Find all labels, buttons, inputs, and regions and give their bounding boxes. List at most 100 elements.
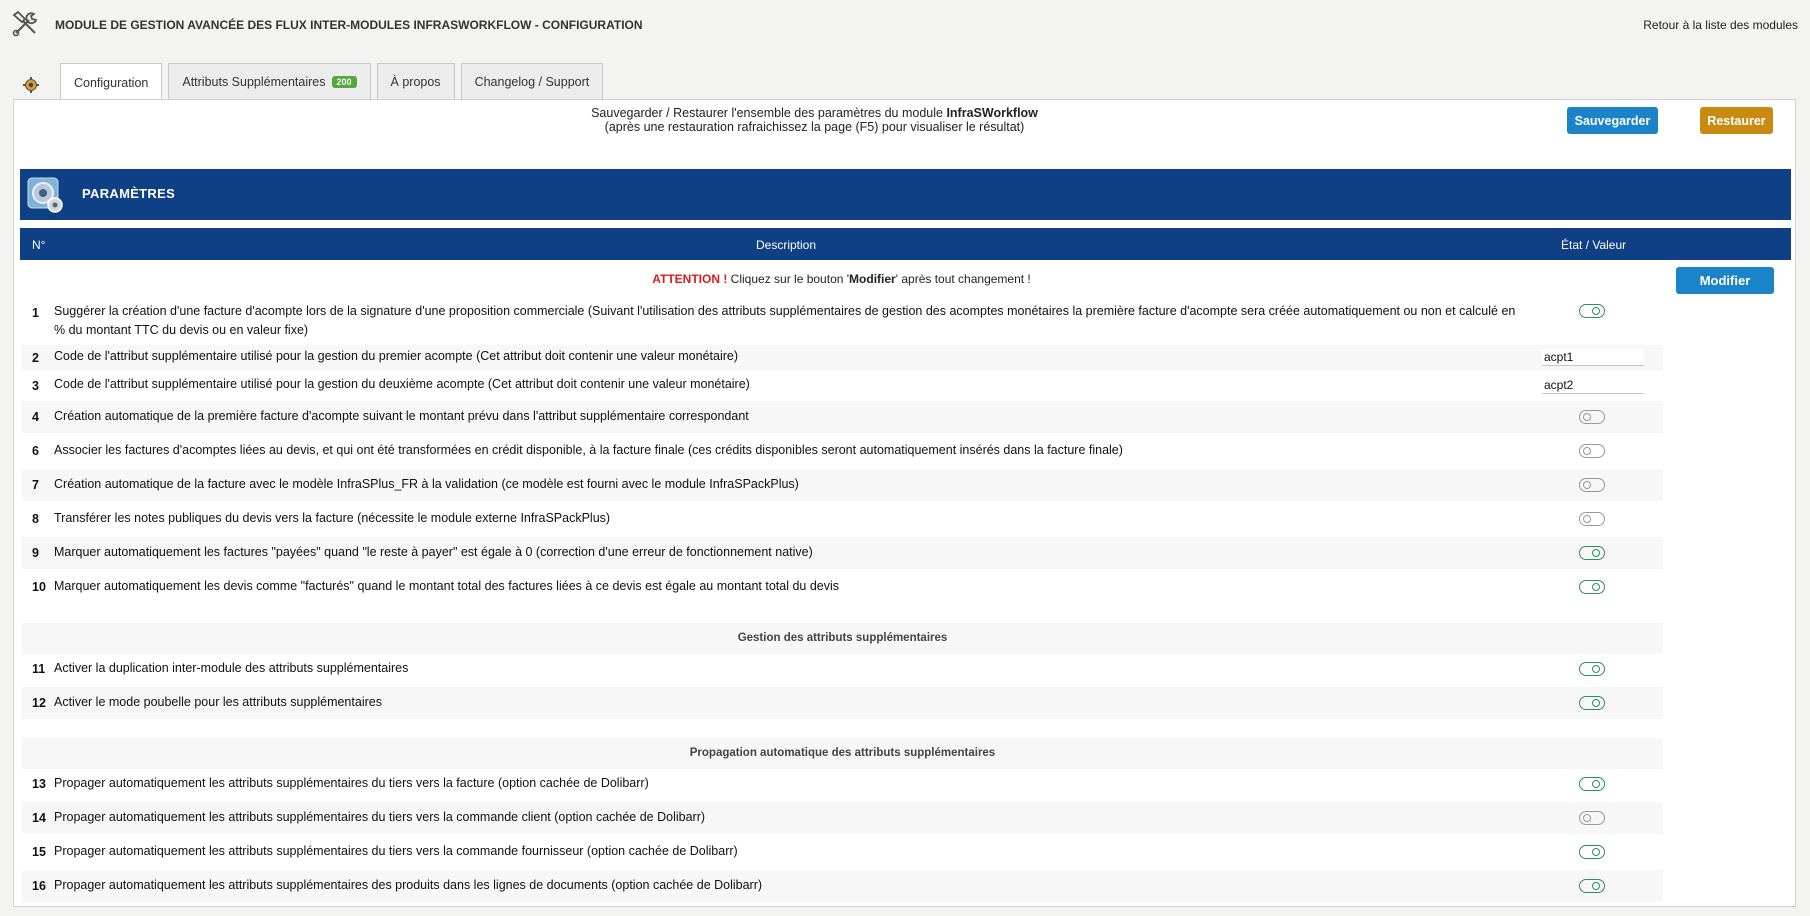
setting-row-11: 11 Activer la duplication inter-module d… [22, 653, 1663, 685]
row-description: Propager automatiquement les attributs s… [54, 878, 763, 892]
row-description: Activer le mode poubelle pour les attrib… [54, 695, 382, 709]
row-number: 12 [32, 696, 46, 710]
toggle-on-icon [1579, 879, 1605, 893]
save-info-note: (après une restauration rafraichissez la… [604, 120, 1025, 134]
setting-row-7: 7 Création automatique de la facture ave… [22, 469, 1663, 501]
tab-extra-attributes[interactable]: Attributs Supplémentaires 200 [168, 63, 371, 100]
toggle-setting-16[interactable] [1579, 879, 1605, 896]
setting-row-1: 1 Suggérer la création d'une facture d'a… [22, 298, 1663, 342]
tab-about[interactable]: À propos [376, 63, 455, 100]
row-number: 6 [32, 444, 39, 458]
second-deposit-code-input[interactable] [1542, 377, 1644, 394]
tools-icon [12, 10, 38, 37]
setting-row-12: 12 Activer le mode poubelle pour les att… [22, 687, 1663, 719]
table-header: N° Description État / Valeur [20, 228, 1791, 260]
toggle-setting-9[interactable] [1579, 546, 1605, 563]
toggle-setting-11[interactable] [1579, 662, 1605, 679]
tab-label: Changelog / Support [474, 75, 590, 89]
row-number: 2 [32, 351, 39, 365]
save-button[interactable]: Sauvegarder [1567, 107, 1658, 134]
row-number: 14 [32, 811, 46, 825]
row-number: 16 [32, 879, 46, 893]
toggle-off-icon [1579, 512, 1605, 526]
row-number: 7 [32, 478, 39, 492]
toggle-off-icon [1579, 410, 1605, 424]
row-description: Propager automatiquement les attributs s… [54, 776, 649, 790]
attention-text: Cliquez sur le bouton ' [727, 272, 850, 286]
gear-icon [23, 77, 39, 93]
toggle-setting-4[interactable] [1579, 410, 1605, 427]
tab-configuration[interactable]: Configuration [60, 63, 163, 101]
setting-row-10: 10 Marquer automatiquement les devis com… [22, 571, 1663, 603]
toggle-off-icon [1579, 811, 1605, 825]
toggle-setting-8[interactable] [1579, 512, 1605, 529]
tab-changelog[interactable]: Changelog / Support [460, 63, 604, 100]
tab-bar: Configuration Attributs Supplémentaires 2… [18, 63, 609, 101]
row-number: 4 [32, 410, 39, 424]
row-description: Création automatique de la facture avec … [54, 477, 799, 491]
subsection-propagation: Propagation automatique des attributs su… [22, 738, 1663, 769]
save-info-prefix: Sauvegarder / Restaurer l'ensemble des p… [591, 106, 947, 120]
row-description: Propager automatiquement les attributs s… [54, 810, 706, 824]
tab-label: Configuration [74, 75, 149, 90]
toggle-setting-10[interactable] [1579, 580, 1605, 597]
row-description: Création automatique de la première fact… [54, 409, 749, 423]
tab-label: À propos [390, 75, 441, 89]
setting-row-13: 13 Propager automatiquement les attribut… [22, 768, 1663, 800]
setting-row-6: 6 Associer les factures d'acomptes liées… [22, 435, 1663, 467]
toggle-setting-1[interactable] [1579, 304, 1605, 321]
modify-button[interactable]: Modifier [1676, 267, 1774, 294]
back-to-modules-link[interactable]: Retour à la liste des modules [1643, 18, 1798, 32]
setting-row-8: 8 Transférer les notes publiques du devi… [22, 503, 1663, 535]
row-number: 11 [32, 662, 46, 676]
attention-button-word: Modifier [849, 272, 896, 286]
row-number: 8 [32, 512, 39, 526]
row-description: Transférer les notes publiques du devis … [54, 511, 611, 525]
row-description: Associer les factures d'acomptes liées a… [54, 443, 1123, 457]
module-settings-icon [27, 177, 63, 213]
attention-label: ATTENTION ! [652, 272, 728, 286]
setting-row-3: 3 Code de l'attribut supplémentaire util… [22, 373, 1663, 399]
setting-row-15: 15 Propager automatiquement les attribut… [22, 836, 1663, 868]
row-description: Propager automatiquement les attributs s… [54, 844, 738, 858]
toggle-on-icon [1579, 546, 1605, 560]
setting-row-9: 9 Marquer automatiquement les factures "… [22, 537, 1663, 569]
toggle-on-icon [1579, 580, 1605, 594]
top-bar: MODULE DE GESTION AVANCÉE DES FLUX INTER… [0, 0, 1810, 48]
column-header-description: Description [756, 238, 817, 252]
row-number: 1 [32, 306, 39, 320]
first-deposit-code-input[interactable] [1542, 349, 1644, 366]
row-number: 3 [32, 379, 39, 393]
tab-label: Attributs Supplémentaires [182, 75, 326, 89]
setting-row-16: 16 Propager automatiquement les attribut… [22, 870, 1663, 902]
toggle-setting-7[interactable] [1579, 478, 1605, 495]
row-number: 15 [32, 845, 46, 859]
row-description: Activer la duplication inter-module des … [54, 661, 409, 675]
row-description: Marquer automatiquement les factures "pa… [54, 545, 813, 559]
section-title: PARAMÈTRES [82, 186, 176, 201]
toggle-setting-14[interactable] [1579, 811, 1605, 828]
toggle-off-icon [1579, 478, 1605, 492]
toggle-setting-13[interactable] [1579, 777, 1605, 794]
toggle-setting-6[interactable] [1579, 444, 1605, 461]
row-number: 10 [32, 580, 46, 594]
page-title: MODULE DE GESTION AVANCÉE DES FLUX INTER… [55, 18, 643, 32]
setting-row-4: 4 Création automatique de la première fa… [22, 401, 1663, 433]
restore-button[interactable]: Restaurer [1700, 107, 1773, 134]
save-restore-info: Sauvegarder / Restaurer l'ensemble des p… [13, 106, 1616, 134]
subsection-extra-attributes: Gestion des attributs supplémentaires [22, 623, 1663, 654]
section-header: PARAMÈTRES [20, 169, 1791, 220]
column-header-value: État / Valeur [1561, 238, 1627, 252]
toggle-on-icon [1579, 845, 1605, 859]
row-description: Code de l'attribut supplémentaire utilis… [54, 377, 750, 391]
attention-text-end: ' après tout changement ! [895, 272, 1031, 286]
setting-row-14: 14 Propager automatiquement les attribut… [22, 802, 1663, 834]
attention-notice: ATTENTION ! Cliquez sur le bouton 'Modif… [20, 272, 1663, 286]
toggle-on-icon [1579, 304, 1605, 318]
row-description: Code de l'attribut supplémentaire utilis… [54, 349, 739, 363]
toggle-setting-15[interactable] [1579, 845, 1605, 862]
toggle-on-icon [1579, 696, 1605, 710]
tab-gear[interactable] [18, 70, 44, 100]
toggle-setting-12[interactable] [1579, 696, 1605, 713]
toggle-on-icon [1579, 662, 1605, 676]
